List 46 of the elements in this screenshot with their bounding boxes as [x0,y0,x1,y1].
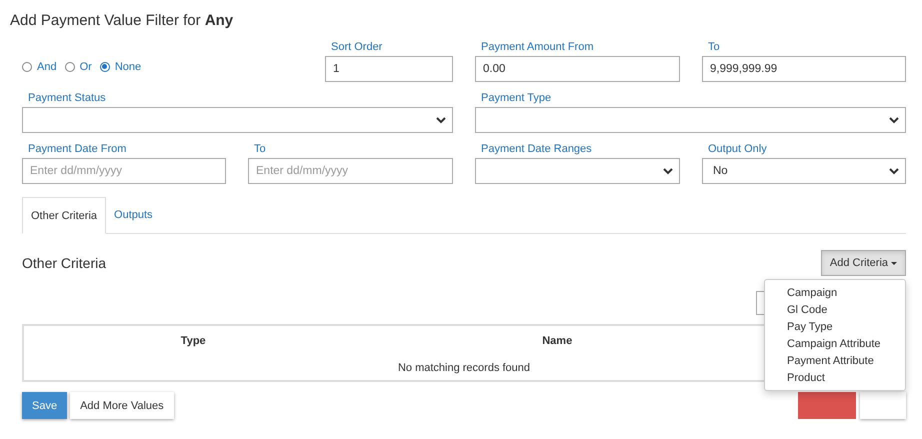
radio-label[interactable]: Or [80,60,92,72]
tab[interactable]: Other Criteria [22,197,106,234]
radio-label[interactable]: And [37,60,57,72]
select-field[interactable] [475,107,906,133]
save-button[interactable]: Save [22,392,68,419]
column-header: Name [542,335,572,347]
field-label: Sort Order [330,41,382,53]
menu-item[interactable]: Campaign Attribute [765,335,905,352]
menu-item[interactable]: Pay Type [765,318,905,335]
page-title: Add Payment Value Filter for Any [10,12,234,29]
select-field[interactable] [475,158,680,184]
field-label: Payment Status [27,92,106,104]
radio-button[interactable] [64,62,75,72]
chevron-down-icon [889,168,899,174]
remove-button[interactable] [798,392,856,419]
add-values-button[interactable]: Add More Values [70,392,174,419]
add-criteria-button[interactable]: Add Criteria [820,250,906,276]
field-label: Payment Type [480,92,552,104]
date-from-field[interactable]: Enter dd/mm/yyyy [22,158,226,184]
column-header: Type [180,335,206,347]
radio-button[interactable] [100,62,110,72]
field-label: Output Only [707,143,767,155]
select-field[interactable]: No [702,158,906,184]
field-label: To [707,41,720,53]
field-label: Payment Date Ranges [480,143,592,155]
tab[interactable]: Outputs [106,197,161,233]
chevron-down-icon [889,116,899,124]
sort-order-field[interactable]: 1 [325,56,453,82]
field-label: Payment Amount From [480,41,594,53]
menu-item[interactable]: Campaign [765,284,905,301]
amount-to-field[interactable]: 9,999,999.99 [702,56,906,82]
field-label: Payment Date From [27,143,126,155]
chevron-down-icon [436,116,446,124]
field-label: To [253,143,266,155]
empty-message: No matching records found [398,362,530,374]
radio-label[interactable]: None [114,60,142,72]
amount-from-field[interactable]: 0.00 [475,56,680,82]
date-to-field[interactable]: Enter dd/mm/yyyy [248,158,453,184]
close-button[interactable] [860,392,906,419]
section-title: Other Criteria [22,255,106,271]
menu-item[interactable]: Product [765,369,905,386]
radio-button[interactable] [22,62,32,72]
select-field[interactable] [22,107,453,133]
menu-item[interactable]: Gl Code [765,301,905,318]
chevron-down-icon [663,168,673,174]
menu-item[interactable]: Payment Attribute [765,352,905,369]
